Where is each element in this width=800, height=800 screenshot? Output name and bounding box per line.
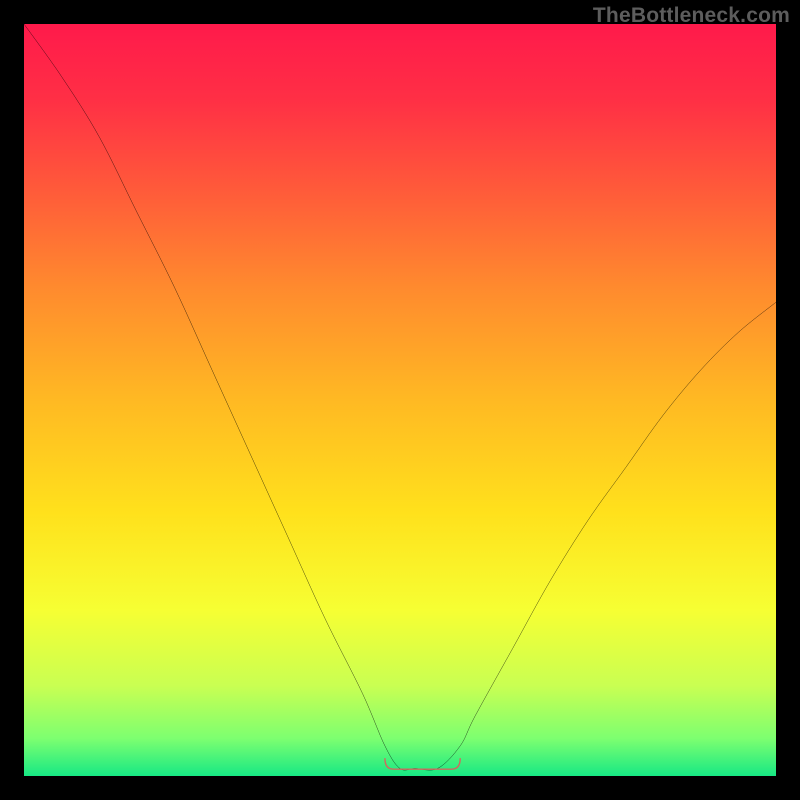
chart-frame: TheBottleneck.com bbox=[0, 0, 800, 800]
gradient-background bbox=[24, 24, 776, 776]
chart-svg bbox=[24, 24, 776, 776]
watermark-text: TheBottleneck.com bbox=[593, 4, 790, 28]
plot-area bbox=[24, 24, 776, 776]
